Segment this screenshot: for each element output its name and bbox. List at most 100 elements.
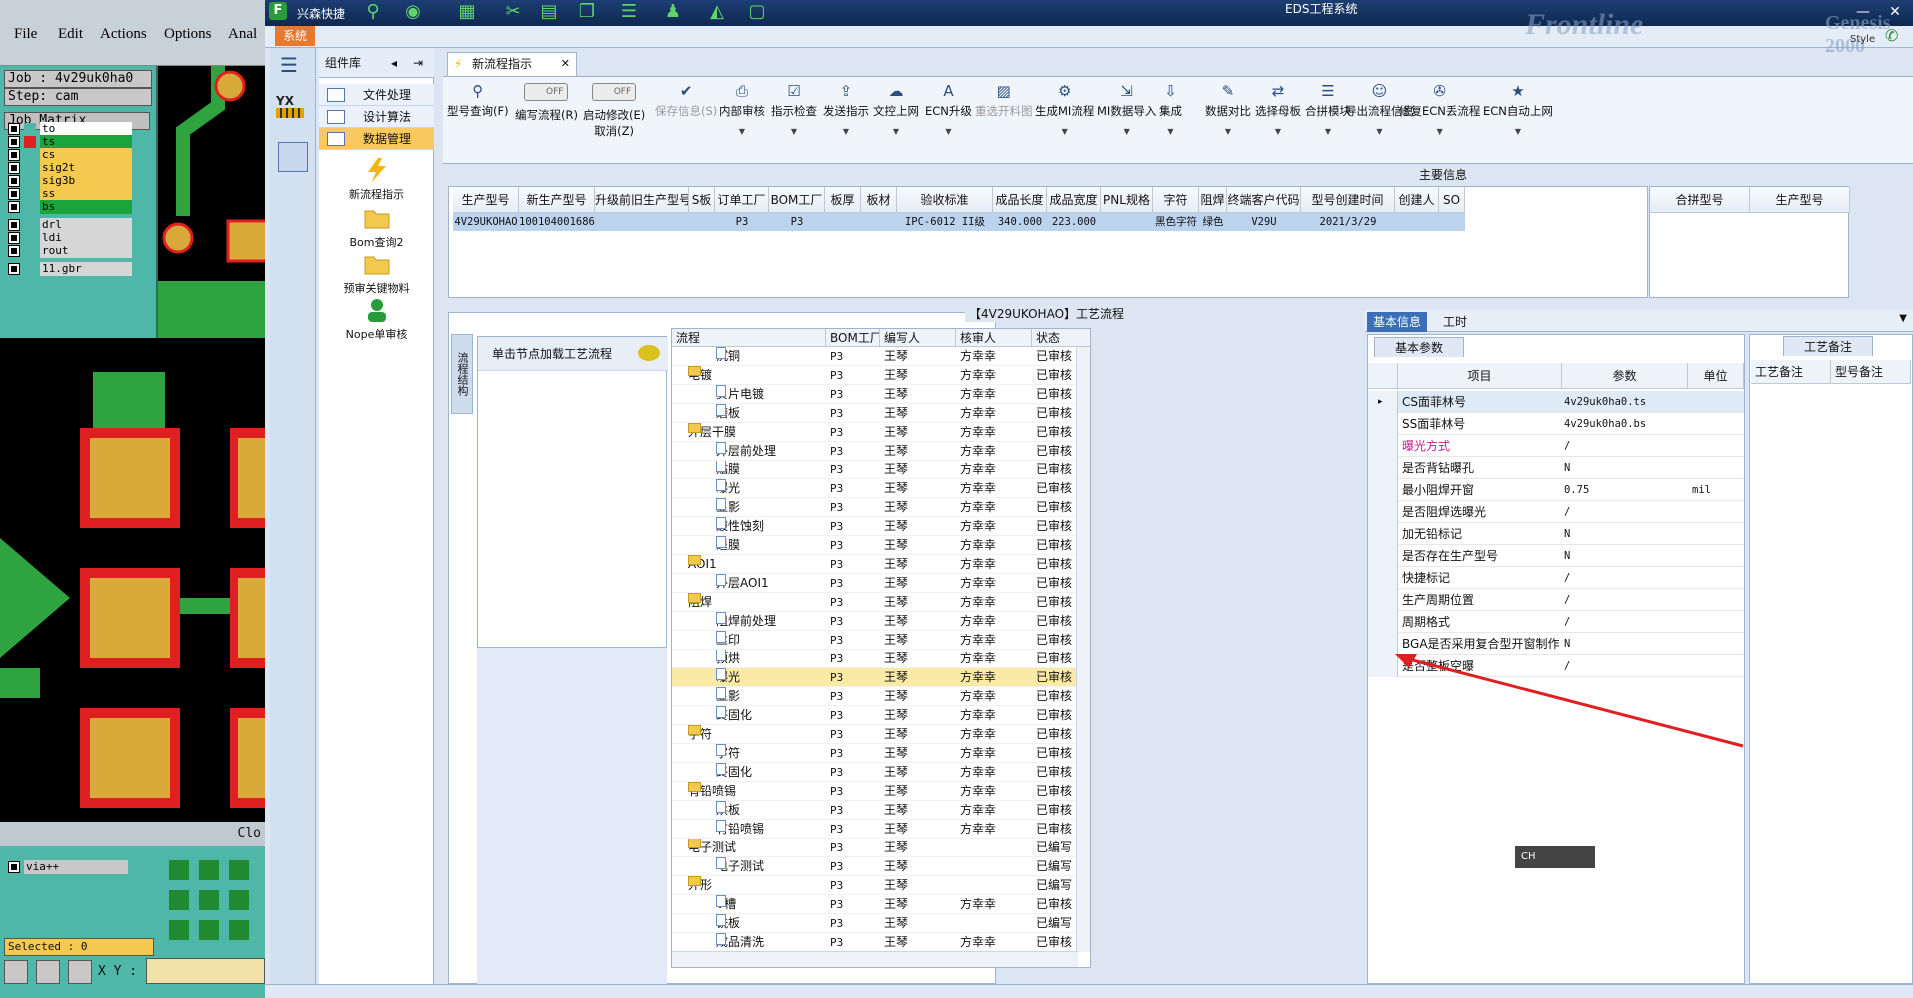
table-cell[interactable]: 4V29UKOHAO <box>453 213 519 231</box>
column-header[interactable]: 流程 <box>672 329 826 347</box>
column-header[interactable]: 订单工厂 <box>715 187 769 213</box>
layer-checkbox[interactable] <box>8 245 20 257</box>
column-header[interactable]: 成品长度 <box>993 187 1047 213</box>
tree-row[interactable]: −电子测试P3王琴已编写 <box>672 838 1090 858</box>
column-header[interactable]: 阻焊 <box>1199 187 1227 213</box>
column-header[interactable]: SO <box>1439 187 1465 213</box>
tree-row[interactable]: 沉铜 P3 王琴 方幸幸 已审核 <box>672 347 1090 366</box>
layer-row[interactable]: to <box>8 122 132 136</box>
nav-item-design-algorithm[interactable]: 设计算法 <box>319 106 434 128</box>
ime-indicator[interactable]: CH <box>1515 846 1595 868</box>
tree-row[interactable]: 负片电镀 P3 王琴 方幸幸 已审核 <box>672 384 1090 404</box>
tab-basic-info[interactable]: 基本信息 <box>1367 312 1428 332</box>
tree-row[interactable]: −字符P3王琴方幸幸已审核 <box>672 725 1090 744</box>
param-value[interactable]: / <box>1564 435 1688 457</box>
cam-menu-file[interactable]: File <box>14 26 37 43</box>
tree-row[interactable]: 烘板 P3 王琴 方幸幸 已审核 <box>672 800 1090 820</box>
column-header[interactable]: 编写人 <box>880 329 956 347</box>
collapse-left-icon[interactable]: ◂ <box>391 48 397 78</box>
tree-row[interactable]: −电镀P3王琴方幸幸已审核 <box>672 365 1090 385</box>
param-row[interactable]: 曝光方式 / <box>1368 435 1744 457</box>
table-cell[interactable]: 223.000 <box>1047 213 1101 231</box>
tool-new-flow[interactable]: 新流程指示 <box>319 158 434 202</box>
ribbon-button-check-box[interactable]: ☑ 指示检查 ▼ <box>771 81 817 136</box>
param-row[interactable]: 是否存在生产型号 N <box>1368 545 1744 567</box>
quick-grid-icon[interactable]: ▦ <box>455 2 479 22</box>
quick-chart-icon[interactable]: ◭ <box>705 2 729 22</box>
tree-row[interactable]: 曝光 P3 王琴 方幸幸 已审核 <box>672 479 1090 499</box>
layer-row[interactable]: rout <box>8 244 132 258</box>
column-header[interactable]: BOM工厂 <box>769 187 825 213</box>
table-cell[interactable] <box>861 213 897 231</box>
tree-row[interactable]: 有铅喷锡 P3 王琴 方幸幸 已审核 <box>672 819 1090 839</box>
ribbon-button-wrench[interactable]: ✇ 修复ECN丢流程 ▼ <box>1399 81 1480 136</box>
ribbon-button-shuffle[interactable]: ⇄ 选择母板 ▼ <box>1255 81 1301 136</box>
column-header[interactable]: 创建人 <box>1395 187 1439 213</box>
ribbon-button-toggle[interactable]: OFF 编写流程(R) <box>515 81 578 123</box>
nav-item-data-management[interactable]: 数据管理 <box>319 128 434 150</box>
layer-checkbox[interactable] <box>8 149 20 161</box>
dropdown-arrow-icon[interactable]: ▼ <box>1205 127 1251 136</box>
tree-row[interactable]: 阻焊前处理 P3 王琴 方幸幸 已审核 <box>672 611 1090 631</box>
table-cell[interactable]: P3 <box>715 213 769 231</box>
close-tab-icon[interactable]: ✕ <box>561 53 570 75</box>
via-layer-checkbox[interactable] <box>8 861 20 873</box>
tree-row[interactable]: 退膜 P3 王琴 方幸幸 已审核 <box>672 536 1090 555</box>
quick-cut-icon[interactable]: ✂ <box>501 2 525 22</box>
ribbon-button-letter-a[interactable]: A ECN升级 ▼ <box>925 81 972 136</box>
close-label[interactable]: Clo <box>238 826 261 841</box>
param-row[interactable]: 快捷标记 / <box>1368 567 1744 589</box>
tool-bom-query[interactable]: Bom查询2 <box>319 206 434 250</box>
tree-row[interactable]: −阻焊P3王琴方幸幸已审核 <box>672 592 1090 612</box>
row-header[interactable] <box>1368 501 1398 523</box>
tree-row[interactable]: 磨板 P3 王琴 方幸幸 已审核 <box>672 403 1090 423</box>
dropdown-arrow-icon[interactable]: ▼ <box>1035 127 1094 136</box>
param-row[interactable]: 最小阻焊开窗 0.75 mil <box>1368 479 1744 501</box>
column-header[interactable]: 单位 <box>1688 363 1744 389</box>
row-header[interactable] <box>1368 457 1398 479</box>
tree-row[interactable]: 电子测试 P3 王琴 已编写 <box>672 857 1090 877</box>
table-cell[interactable]: V29U <box>1227 213 1301 231</box>
ribbon-button-print[interactable]: ⎙ 内部审核 ▼ <box>719 81 765 136</box>
column-header[interactable]: 生产型号 <box>453 187 519 213</box>
layer-row[interactable]: 11.gbr <box>8 262 132 276</box>
tool-pre-review-materials[interactable]: 预审关键物料 <box>319 252 434 296</box>
quick-user-icon[interactable]: ♟ <box>661 2 685 22</box>
column-header[interactable]: 验收标准 <box>897 187 993 213</box>
tree-row[interactable]: 字符 P3 王琴 方幸幸 已审核 <box>672 743 1090 763</box>
column-header[interactable]: 字符 <box>1153 187 1199 213</box>
tree-row[interactable]: −有铅喷锡P3王琴方幸幸已审核 <box>672 781 1090 801</box>
tree-row[interactable]: 终固化 P3 王琴 方幸幸 已审核 <box>672 706 1090 726</box>
dropdown-arrow-icon[interactable]: ▼ <box>1255 127 1301 136</box>
tree-row[interactable]: 成品清洗 P3 王琴 方幸幸 已审核 <box>672 932 1090 952</box>
table-cell[interactable] <box>595 213 689 231</box>
quick-list-icon[interactable]: ☰ <box>617 2 641 22</box>
column-header[interactable]: 参数 <box>1562 363 1688 389</box>
system-tab[interactable]: 系统 <box>275 26 315 46</box>
param-row[interactable]: 加无铅标记 N <box>1368 523 1744 545</box>
column-header[interactable]: 板材 <box>861 187 897 213</box>
row-header[interactable] <box>1368 435 1398 457</box>
yx-module-icon[interactable]: YX <box>276 94 310 124</box>
dropdown-arrow-icon[interactable]: ▼ <box>873 127 919 136</box>
tree-row[interactable]: 显影 P3 王琴 方幸幸 已审核 <box>672 687 1090 707</box>
dropdown-arrow-icon[interactable]: ▼ <box>1483 127 1553 136</box>
layer-checkbox[interactable] <box>8 123 20 135</box>
dropdown-arrow-icon[interactable]: ▼ <box>823 127 869 136</box>
dropdown-arrow-icon[interactable]: ▼ <box>1899 313 1907 324</box>
param-value[interactable]: / <box>1564 611 1688 633</box>
layer-row[interactable]: ss <box>8 187 132 201</box>
layer-checkbox[interactable] <box>8 201 20 213</box>
row-header[interactable] <box>1368 413 1398 435</box>
ribbon-button-check[interactable]: ✔ 保存信息(S) <box>655 81 717 119</box>
toggle-switch[interactable]: OFF <box>592 83 637 101</box>
row-header[interactable] <box>1368 611 1398 633</box>
dropdown-arrow-icon[interactable]: ▼ <box>925 127 972 136</box>
layer-checkbox[interactable] <box>8 188 20 200</box>
tree-row[interactable]: 酸性蚀刻 P3 王琴 方幸幸 已审核 <box>672 517 1090 537</box>
param-value[interactable]: / <box>1564 501 1688 523</box>
table-cell[interactable]: 2021/3/29 <box>1301 213 1395 231</box>
cam-menu-actions[interactable]: Actions <box>100 26 147 43</box>
dropdown-arrow-icon[interactable]: ▼ <box>771 127 817 136</box>
column-header[interactable]: 型号创建时间 <box>1301 187 1395 213</box>
